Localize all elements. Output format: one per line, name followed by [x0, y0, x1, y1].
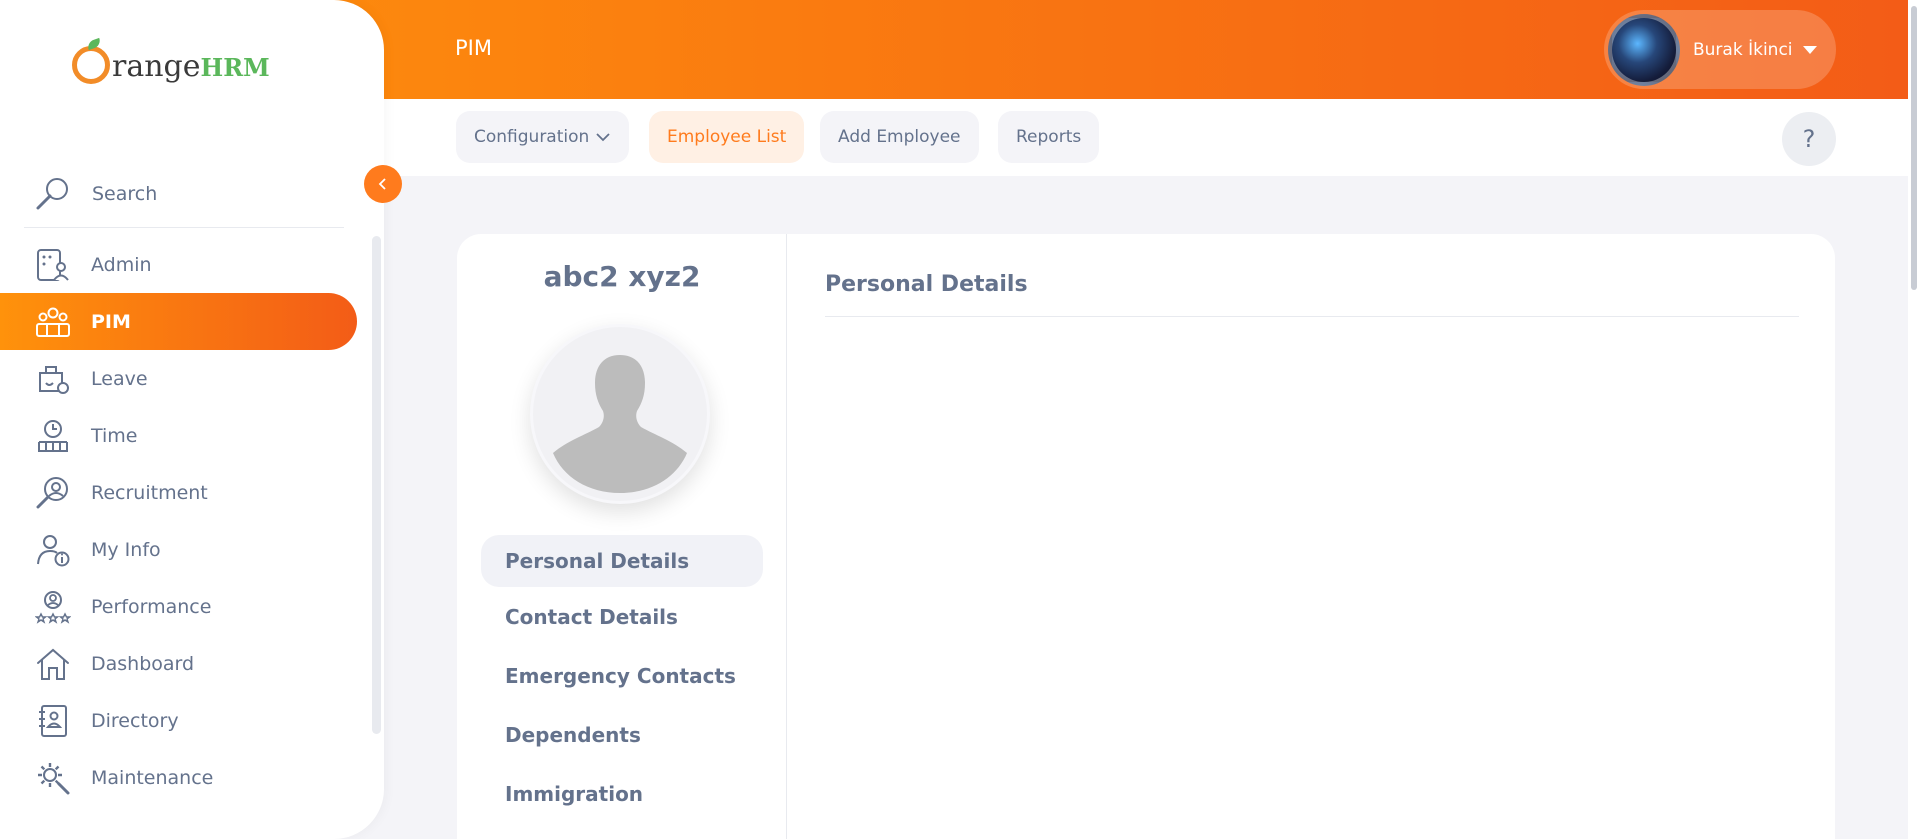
sidebar-item-recruitment[interactable]: Recruitment — [0, 464, 360, 521]
sidebar-menu: Admin PIM Leave Time Recruitment My Info… — [0, 236, 360, 806]
sidebar-scrollbar[interactable] — [372, 236, 381, 734]
sidebar: range HRM Search Admin PIM Leave Time Re… — [0, 0, 384, 839]
my-info-icon — [32, 529, 74, 571]
employee-card: abc2 xyz2 Personal Details Contact Detai… — [457, 234, 1835, 839]
avatar — [1608, 13, 1680, 86]
brand-name-part1: range — [112, 49, 201, 84]
orange-logo-icon — [72, 46, 110, 84]
chevron-left-icon — [378, 178, 386, 190]
employee-list-label: Employee List — [667, 127, 787, 147]
sidebar-item-label: Time — [91, 424, 138, 447]
user-name: Burak İkinci — [1693, 39, 1793, 60]
sidebar-item-leave[interactable]: Leave — [0, 350, 360, 407]
reports-label: Reports — [1016, 127, 1082, 147]
employee-name: abc2 xyz2 — [543, 260, 701, 293]
configuration-label: Configuration — [474, 127, 590, 147]
configuration-menu[interactable]: Configuration — [456, 111, 630, 163]
sidebar-item-label: Dashboard — [91, 652, 195, 675]
tab-reports[interactable]: Reports — [998, 111, 1100, 163]
search-label: Search — [92, 182, 158, 205]
tab-add-employee[interactable]: Add Employee — [820, 111, 979, 163]
maintenance-icon — [32, 757, 74, 799]
sidebar-item-dashboard[interactable]: Dashboard — [0, 635, 360, 692]
sidebar-item-pim[interactable]: PIM — [0, 293, 357, 350]
sidebar-item-admin[interactable]: Admin — [0, 236, 360, 293]
dashboard-icon — [32, 643, 74, 685]
sidebar-item-performance[interactable]: Performance — [0, 578, 360, 635]
tab-emergency-contacts[interactable]: Emergency Contacts — [481, 647, 763, 705]
help-button[interactable]: ? — [1782, 112, 1836, 166]
employee-sidebar: abc2 xyz2 Personal Details Contact Detai… — [457, 234, 787, 839]
top-nav: Configuration Employee List Add Employee… — [384, 99, 1908, 176]
sidebar-item-time[interactable]: Time — [0, 407, 360, 464]
sidebar-item-label: Maintenance — [91, 766, 214, 789]
window-scrollbar-thumb[interactable] — [1911, 6, 1917, 290]
window-scrollbar[interactable] — [1908, 0, 1920, 839]
sidebar-item-label: Recruitment — [91, 481, 208, 504]
tab-employee-list[interactable]: Employee List — [649, 111, 805, 163]
sidebar-item-label: Directory — [91, 709, 179, 732]
employee-tabs: Personal Details Contact Details Emergen… — [481, 535, 763, 824]
employee-photo[interactable] — [530, 324, 710, 504]
leave-icon — [32, 358, 74, 400]
brand-name-part2: HRM — [200, 53, 270, 82]
tab-immigration[interactable]: Immigration — [481, 765, 763, 823]
tab-contact-details[interactable]: Contact Details — [481, 588, 763, 646]
sidebar-item-label: Performance — [91, 595, 212, 618]
admin-icon — [32, 244, 74, 286]
sidebar-item-label: My Info — [91, 538, 161, 561]
sidebar-search[interactable]: Search — [24, 160, 344, 228]
chevron-down-icon — [596, 133, 610, 142]
tab-dependents[interactable]: Dependents — [481, 706, 763, 764]
time-icon — [32, 415, 74, 457]
search-icon — [32, 173, 74, 215]
sidebar-item-directory[interactable]: Directory — [0, 692, 360, 749]
section-title: Personal Details — [825, 272, 1028, 297]
sidebar-item-label: Admin — [91, 253, 152, 276]
user-dropdown[interactable]: Burak İkinci — [1604, 10, 1836, 89]
tab-personal-details[interactable]: Personal Details — [481, 535, 763, 587]
directory-icon — [32, 700, 74, 742]
page-title: PIM — [455, 36, 492, 60]
caret-down-icon — [1802, 45, 1817, 54]
pim-icon — [32, 301, 74, 343]
sidebar-item-my-info[interactable]: My Info — [0, 521, 360, 578]
sidebar-item-maintenance[interactable]: Maintenance — [0, 749, 360, 806]
recruitment-icon — [32, 472, 74, 514]
sidebar-item-label: Leave — [91, 367, 148, 390]
default-avatar-icon — [553, 355, 687, 493]
sidebar-item-label: PIM — [91, 310, 131, 333]
brand-logo: range HRM — [72, 46, 270, 84]
sidebar-collapse-button[interactable] — [364, 165, 402, 203]
add-employee-label: Add Employee — [838, 127, 961, 147]
section-divider — [825, 316, 1799, 317]
performance-icon — [32, 586, 74, 628]
